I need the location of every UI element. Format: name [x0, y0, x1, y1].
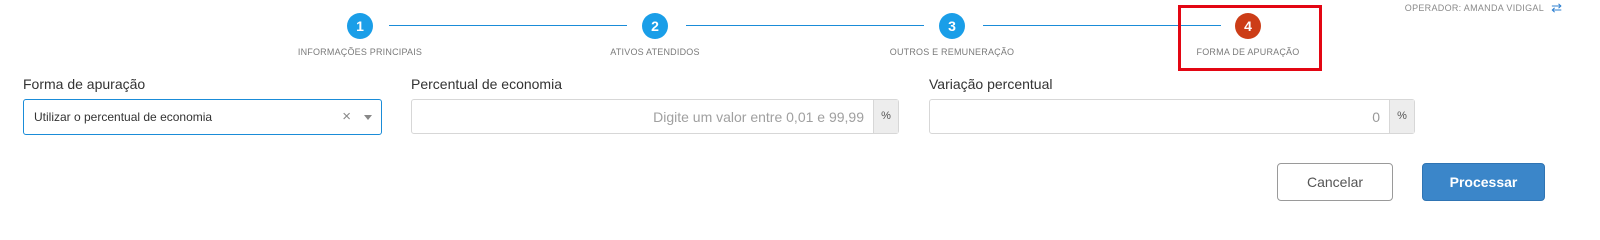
percent-addon: %: [873, 100, 898, 133]
variacao-percentual-label: Variação percentual: [929, 76, 1053, 92]
percentual-economia-label: Percentual de economia: [411, 76, 562, 92]
percentual-economia-input[interactable]: [412, 100, 874, 133]
step-1-circle[interactable]: 1: [347, 13, 373, 39]
step-connector-1-2: [389, 25, 627, 26]
step-2-circle[interactable]: 2: [642, 13, 668, 39]
forma-apuracao-label: Forma de apuração: [23, 76, 146, 92]
active-step-highlight: [1178, 5, 1322, 71]
wizard-stepper: 1 2 3 4 INFORMAÇÕES PRINCIPAIS ATIVOS AT…: [0, 0, 1600, 71]
clear-icon[interactable]: ×: [342, 108, 351, 125]
percent-addon: %: [1389, 100, 1414, 133]
step-2-label: ATIVOS ATENDIDOS: [610, 47, 700, 57]
step-connector-2-3: [686, 25, 924, 26]
step-3-label: OUTROS E REMUNERAÇÃO: [889, 47, 1015, 57]
variacao-percentual-input[interactable]: [930, 100, 1390, 133]
variacao-percentual-group: %: [929, 99, 1415, 134]
percentual-economia-group: %: [411, 99, 899, 134]
process-button[interactable]: Processar: [1422, 163, 1545, 201]
forma-apuracao-value: Utilizar o percentual de economia: [34, 110, 213, 124]
step-1-label: INFORMAÇÕES PRINCIPAIS: [297, 47, 423, 57]
forma-apuracao-select[interactable]: Utilizar o percentual de economia ×: [23, 99, 382, 135]
step-3-circle[interactable]: 3: [939, 13, 965, 39]
cancel-button[interactable]: Cancelar: [1277, 163, 1393, 201]
chevron-down-icon[interactable]: [364, 115, 372, 120]
